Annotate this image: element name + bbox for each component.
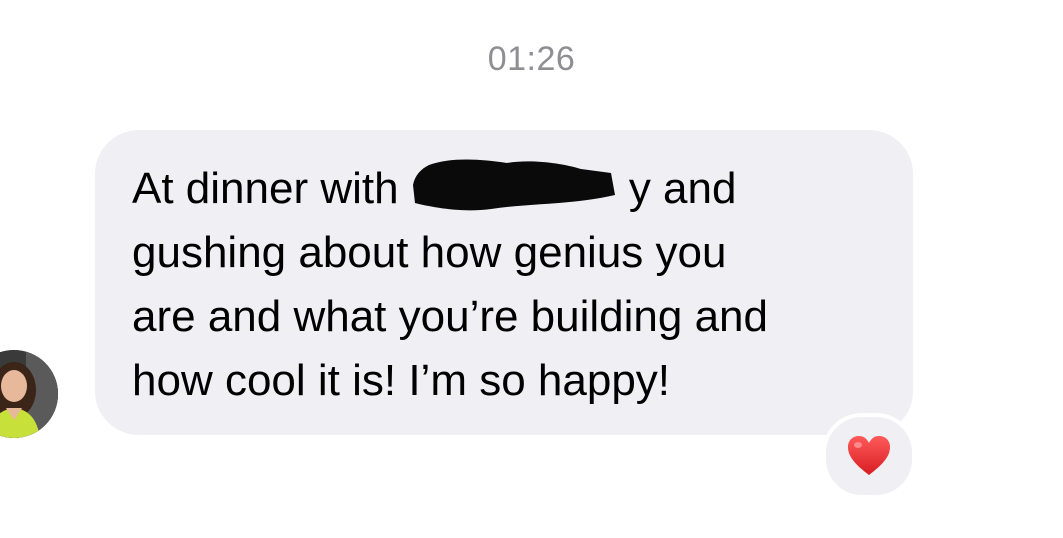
message-line-2: gushing about how genius you [132, 228, 727, 277]
message-bubble[interactable]: At dinner with y and gushing about how g… [95, 130, 913, 435]
message-line-1-start: At dinner with [132, 164, 411, 213]
message-timestamp: 01:26 [487, 40, 576, 78]
avatar[interactable] [0, 350, 58, 438]
message-line-3: are and what you’re building and [132, 292, 769, 341]
heart-reaction[interactable] [822, 413, 916, 499]
redaction-scribble [411, 159, 629, 211]
contact-photo-icon [0, 350, 58, 438]
message-line-4: how cool it is! I’m so happy! [132, 356, 671, 405]
message-text: At dinner with y and gushing about how g… [132, 157, 768, 413]
message-line-1: At dinner with y and [132, 157, 768, 221]
red-heart-icon [848, 436, 890, 475]
message-line-1-end: y and [628, 164, 737, 213]
